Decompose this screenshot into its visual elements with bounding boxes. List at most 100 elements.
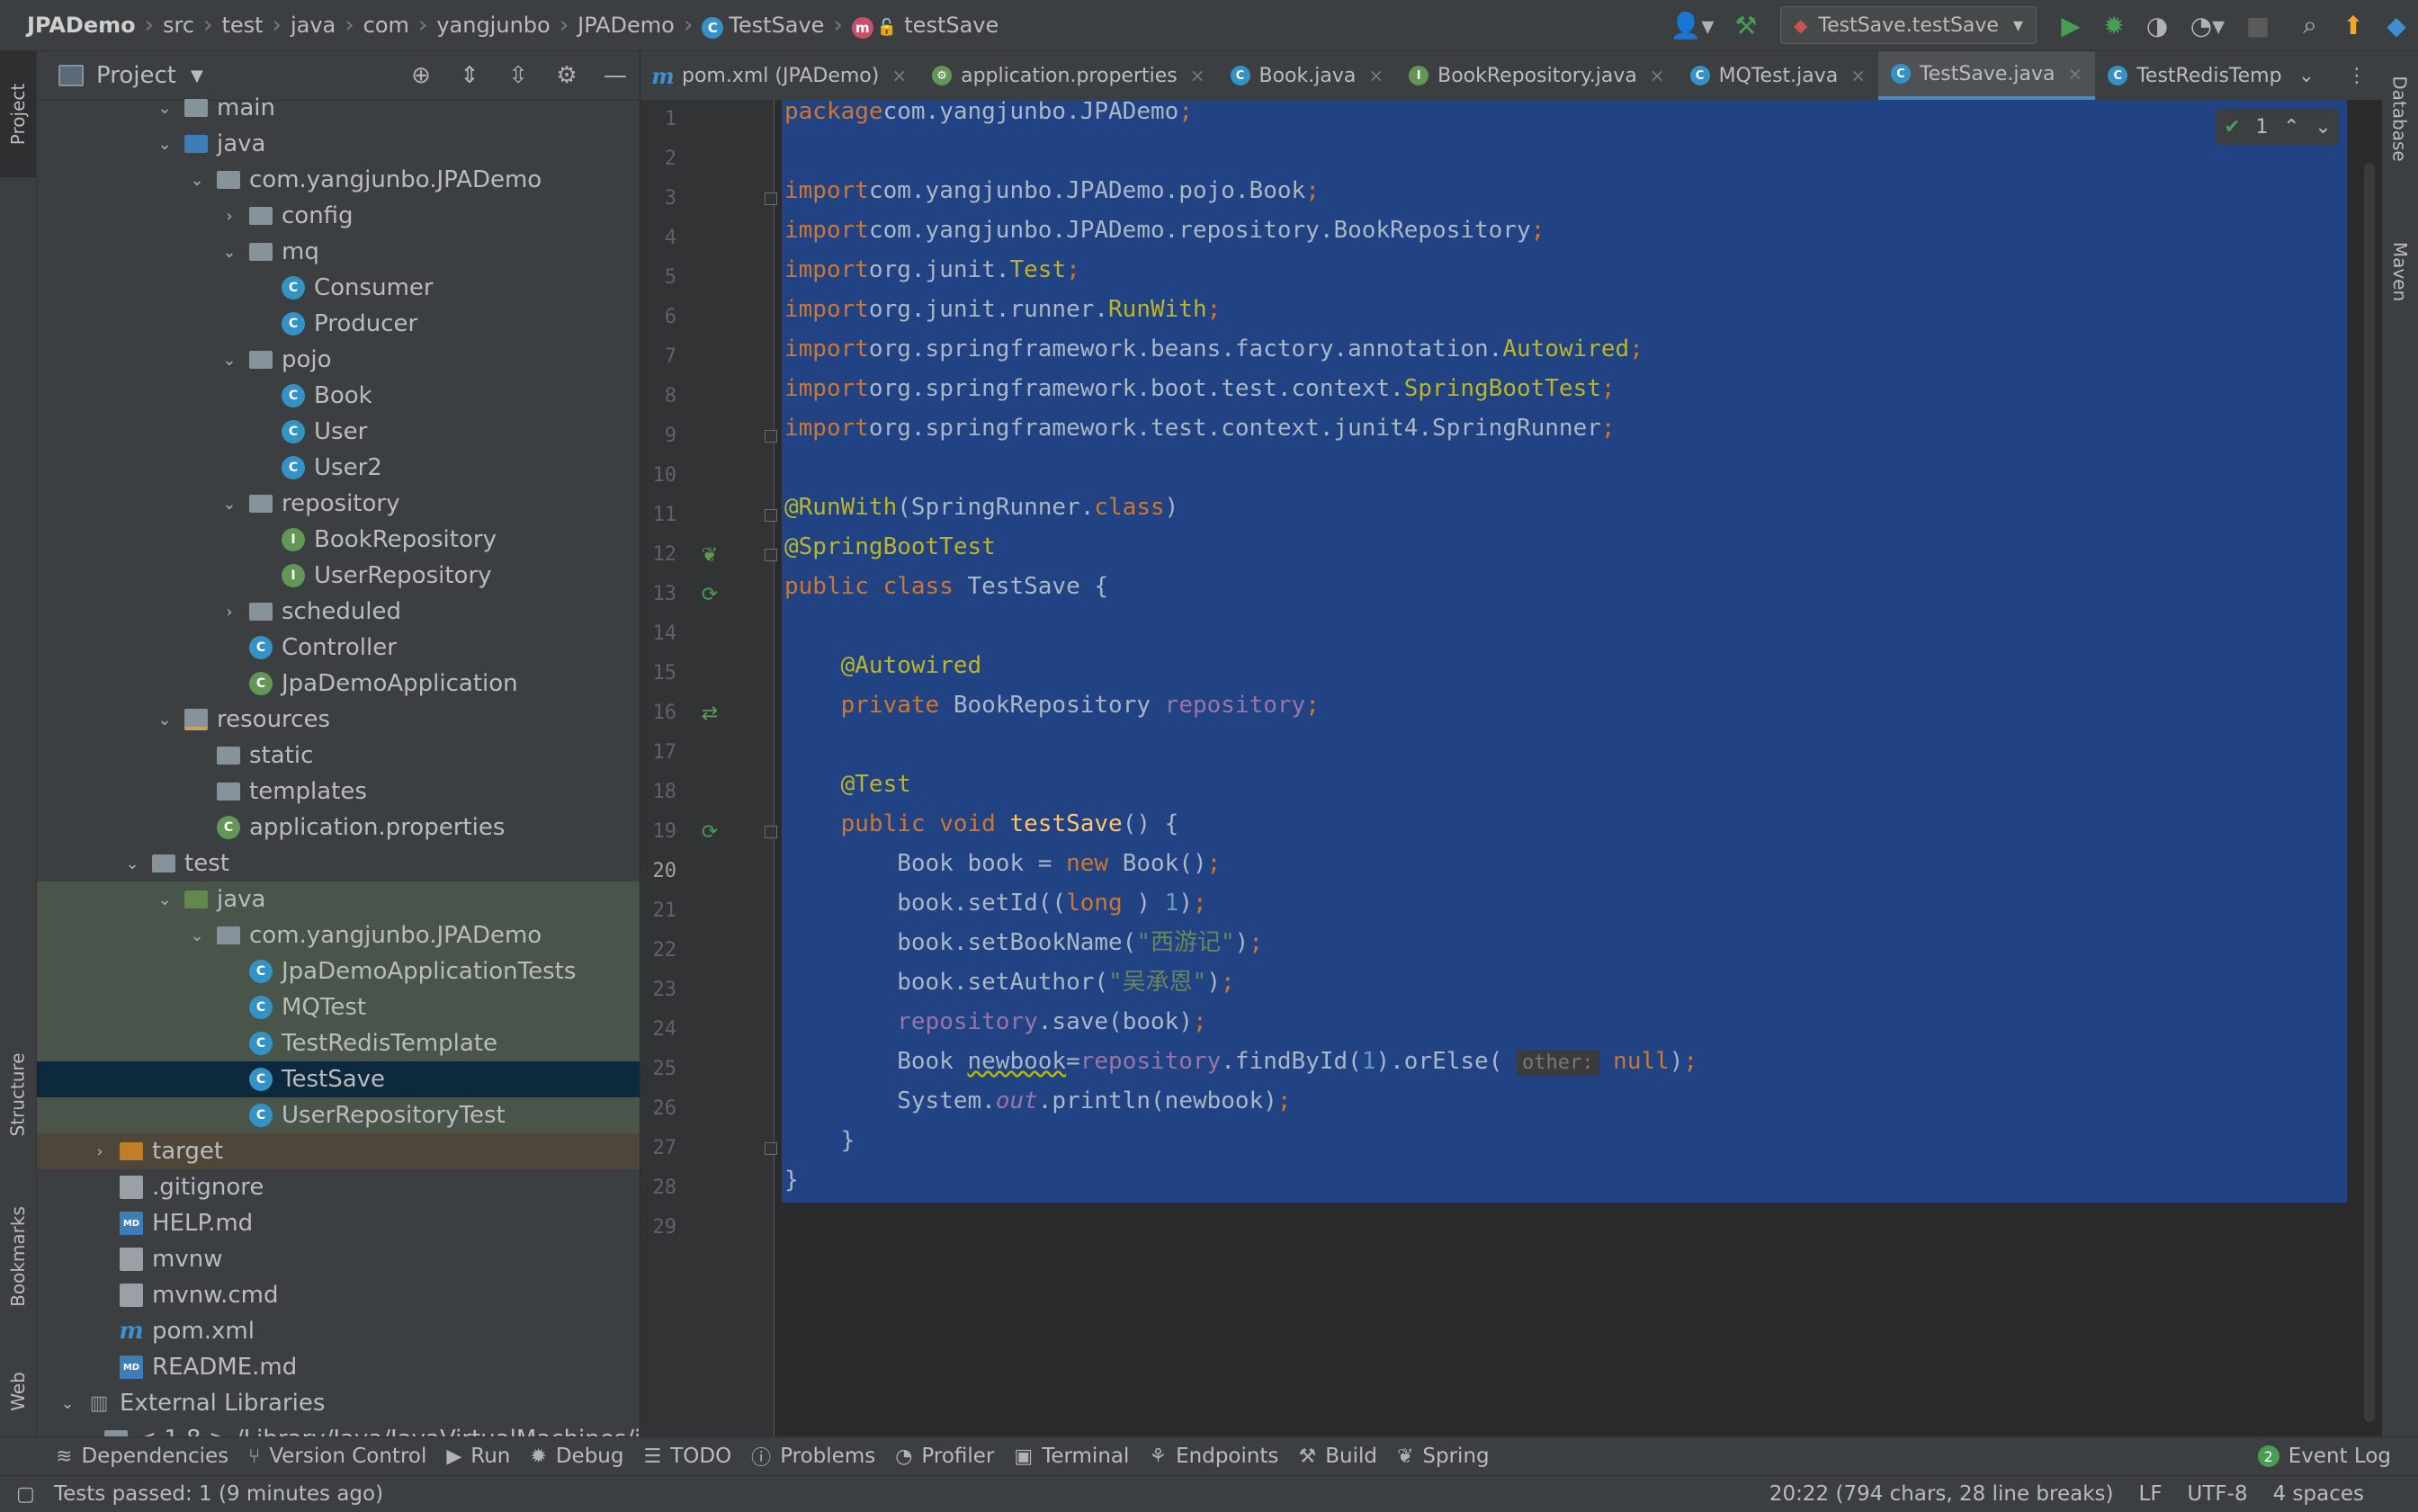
tree-item[interactable]: ⌄ pojo — [37, 342, 640, 378]
code-editor[interactable]: 1 2 3 4 5 6 7 8 9 10 11 12 13 14 15 16 17 18 19 20 21 22 23 24 2… — [640, 100, 2382, 1436]
tool-window-spring[interactable]: ❦ Spring — [1397, 1445, 1490, 1468]
breadcrumb-method[interactable]: m 🔓 testSave — [846, 13, 1004, 39]
breadcrumb-test[interactable]: test — [216, 13, 268, 38]
tree-item[interactable]: C Book — [37, 378, 640, 414]
user-icon[interactable]: 👤▾ — [1660, 4, 1724, 47]
editor-tab[interactable]: I BookRepository.java × — [1396, 51, 1677, 100]
event-log[interactable]: 2 Event Log — [2257, 1445, 2391, 1468]
expand-arrow-icon[interactable]: ⌄ — [186, 926, 208, 945]
chevron-down-icon[interactable]: ▼ — [191, 67, 203, 85]
tree-item[interactable]: ⌄ ▥ External Libraries — [37, 1385, 640, 1421]
tool-window-run[interactable]: ▶ Run — [446, 1445, 510, 1468]
breadcrumb-java[interactable]: java — [285, 13, 341, 38]
tool-window-debug[interactable]: ✹ Debug — [530, 1445, 623, 1468]
tree-item[interactable]: C Consumer — [37, 270, 640, 306]
tree-item[interactable]: I UserRepository — [37, 558, 640, 594]
expand-all-icon[interactable]: ⇕ — [445, 62, 494, 89]
tree-item[interactable]: ⌄ repository — [37, 486, 640, 522]
line-separator[interactable]: LF — [2139, 1482, 2163, 1506]
breadcrumb-project[interactable]: JPADemo — [22, 13, 141, 38]
close-icon[interactable]: × — [2067, 63, 2082, 85]
editor-tab[interactable]: C MQTest.java × — [1678, 51, 1878, 100]
tool-window-version-control[interactable]: ⑂ Version Control — [248, 1445, 426, 1468]
expand-arrow-icon[interactable]: ⌄ — [219, 495, 240, 514]
gear-icon[interactable]: ⚙ — [542, 62, 591, 89]
close-icon[interactable]: × — [1190, 65, 1205, 86]
close-icon[interactable]: × — [891, 65, 907, 86]
breadcrumb-yangjunbo[interactable]: yangjunbo — [431, 13, 555, 38]
file-encoding[interactable]: UTF-8 — [2188, 1482, 2248, 1506]
fold-marker-icon[interactable] — [765, 549, 777, 561]
tree-item[interactable]: ⌄ main — [37, 90, 640, 126]
run-test-icon[interactable]: ⟳ — [696, 581, 723, 608]
expand-arrow-icon[interactable]: ⌄ — [154, 711, 175, 729]
expand-arrow-icon[interactable]: ⌄ — [186, 171, 208, 190]
tree-item[interactable]: C UserRepositoryTest — [37, 1097, 640, 1133]
tree-item[interactable]: C MQTest — [37, 989, 640, 1025]
tree-item[interactable]: m pom.xml — [37, 1313, 640, 1349]
tree-item[interactable]: C TestRedisTemplate — [37, 1025, 640, 1061]
tree-item[interactable]: I BookRepository — [37, 522, 640, 558]
editor-tab[interactable]: ⚙ application.properties × — [919, 51, 1217, 100]
tree-item[interactable]: Capplication.properties — [37, 810, 640, 845]
fold-marker-icon[interactable] — [765, 192, 777, 205]
close-icon[interactable]: × — [1650, 65, 1665, 86]
tree-item[interactable]: ⌄ com.yangjunbo.JPADemo — [37, 917, 640, 953]
tree-item[interactable]: › config — [37, 198, 640, 234]
tree-item[interactable]: ⌄ com.yangjunbo.JPADemo — [37, 162, 640, 198]
tree-item[interactable]: C Producer — [37, 306, 640, 342]
tree-item[interactable]: C Controller — [37, 630, 640, 666]
tree-item[interactable]: static — [37, 738, 640, 774]
expand-arrow-icon[interactable]: ⌄ — [154, 890, 175, 909]
editor-tab[interactable]: C TestRedisTempla — [2095, 51, 2312, 100]
tree-item[interactable]: MD HELP.md — [37, 1205, 640, 1241]
hide-icon[interactable]: — — [591, 62, 640, 89]
expand-arrow-icon[interactable]: ⌄ — [57, 1394, 78, 1413]
hammer-icon[interactable]: ⚒ — [1724, 4, 1768, 47]
tool-window-problems[interactable]: ⓘ Problems — [751, 1442, 875, 1471]
breadcrumb-com[interactable]: com — [358, 13, 415, 38]
fold-marker-icon[interactable] — [765, 430, 777, 443]
coverage-icon[interactable]: ◑ — [2136, 4, 2179, 47]
tree-item[interactable]: ⌄ resources — [37, 702, 640, 738]
run-icon[interactable]: ▶ — [2049, 4, 2092, 47]
chevron-up-icon[interactable]: ⌃ — [2283, 116, 2299, 139]
tree-item[interactable]: .gitignore — [37, 1169, 640, 1205]
expand-arrow-icon[interactable]: ⌄ — [121, 854, 143, 873]
tool-window-build[interactable]: ⚒ Build — [1298, 1445, 1376, 1468]
tree-item[interactable]: C User2 — [37, 450, 640, 486]
breadcrumb-class[interactable]: C TestSave — [696, 13, 829, 39]
chevron-down-icon[interactable]: ⌄ — [2281, 65, 2332, 87]
expand-arrow-icon[interactable]: ⌄ — [154, 135, 175, 154]
close-icon[interactable]: × — [1850, 65, 1866, 86]
tree-item[interactable]: MD README.md — [37, 1349, 640, 1385]
tool-window-todo[interactable]: ☰ TODO — [643, 1445, 731, 1468]
editor-tab[interactable]: C TestSave.java × — [1878, 51, 2096, 100]
tool-window-terminal[interactable]: ▣ Terminal — [1014, 1445, 1129, 1468]
tree-item[interactable]: C User — [37, 414, 640, 450]
fold-marker-icon[interactable] — [765, 509, 777, 522]
expand-arrow-icon[interactable]: ⌄ — [219, 351, 240, 370]
collapse-arrow-icon[interactable]: › — [219, 603, 240, 622]
tree-item[interactable]: ⌄ test — [37, 845, 640, 881]
tool-tab-web[interactable]: Web — [0, 1346, 36, 1436]
chevron-down-icon[interactable]: ⌄ — [2315, 116, 2331, 139]
collapse-arrow-icon[interactable]: › — [89, 1430, 95, 1437]
tool-tab-structure[interactable]: Structure — [0, 996, 36, 1194]
update-icon[interactable]: ⬆ — [2332, 4, 2375, 47]
collapse-arrow-icon[interactable]: › — [89, 1142, 111, 1161]
tool-tab-project[interactable]: Project — [0, 51, 36, 177]
indent-setting[interactable]: 4 spaces — [2273, 1482, 2364, 1506]
run-test-icon[interactable]: ⟳ — [696, 819, 723, 845]
tool-window-dependencies[interactable]: ≋ Dependencies — [56, 1445, 228, 1468]
plugin-icon[interactable]: ◆ — [2375, 4, 2418, 47]
breadcrumb-jpademo[interactable]: JPADemo — [572, 13, 680, 38]
tool-window-profiler[interactable]: ◔ Profiler — [895, 1445, 994, 1468]
expand-arrow-icon[interactable]: ⌄ — [154, 99, 175, 118]
search-icon[interactable]: ⌕ — [2288, 4, 2332, 47]
tree-item[interactable]: mvnw — [37, 1241, 640, 1277]
close-icon[interactable]: × — [1368, 65, 1384, 86]
spring-bean-icon[interactable]: ❦ — [696, 541, 723, 568]
layout-icon[interactable]: ▢ — [16, 1483, 35, 1506]
tree-item[interactable]: templates — [37, 774, 640, 810]
